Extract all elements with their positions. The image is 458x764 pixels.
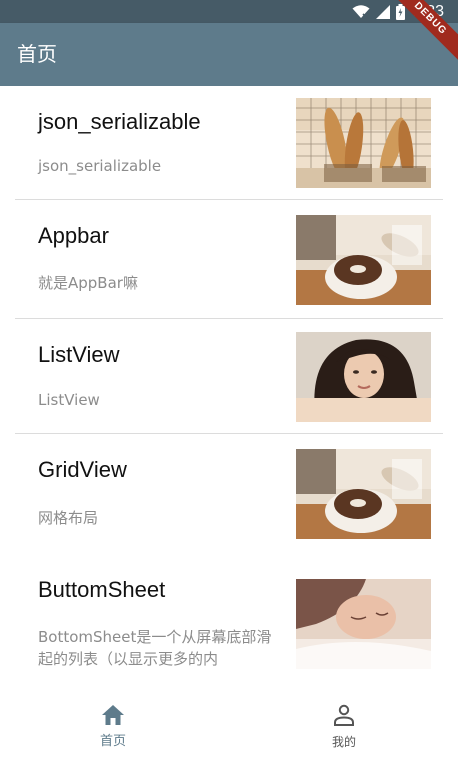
list-item-subtitle: ListView: [38, 391, 100, 409]
list-item-subtitle: 网格布局: [38, 509, 99, 527]
list-item-subtitle: json_serializable: [38, 157, 162, 175]
list-item[interactable]: Appbar 就是AppBar嘛: [15, 200, 443, 319]
person-icon: [332, 704, 356, 730]
donut-photo: [296, 215, 431, 305]
girl-portrait-photo: [296, 332, 431, 422]
list-item-subtitle: 就是AppBar嘛: [38, 274, 138, 292]
list-item[interactable]: GridView 网格布局: [15, 434, 443, 551]
list-item-title: GridView: [38, 457, 127, 482]
bread-baskets-photo: [296, 98, 431, 188]
page-title: 首页: [17, 42, 57, 66]
home-icon: [101, 704, 125, 730]
list-item-title: ButtomSheet: [38, 577, 166, 602]
status-bar: 1:33: [0, 0, 458, 23]
list-item-title: ListView: [38, 342, 120, 367]
nav-label: 我的: [331, 735, 356, 749]
donut-photo: [296, 449, 431, 539]
list-item-title: Appbar: [38, 223, 109, 248]
list-item[interactable]: ListView ListView: [15, 319, 443, 434]
list-item[interactable]: ButtomSheet BottomSheet是一个从屏幕底部滑起的列表（以显示…: [15, 551, 443, 690]
signal-icon: [375, 4, 390, 19]
bottom-navigation: 首页 我的: [0, 690, 458, 764]
girl-sleeping-photo: [296, 579, 431, 669]
nav-item-home[interactable]: 首页: [53, 704, 173, 752]
nav-item-mine[interactable]: 我的: [284, 704, 404, 752]
app-bar: 首页: [0, 23, 458, 86]
wifi-icon: [352, 4, 370, 19]
home-list[interactable]: json_serializable json_serializable Appb…: [0, 86, 458, 690]
list-item[interactable]: json_serializable json_serializable: [15, 86, 443, 200]
list-item-title: json_serializable: [38, 109, 201, 134]
nav-label: 首页: [99, 734, 126, 749]
list-item-subtitle: BottomSheet是一个从屏幕底部滑起的列表（以显示更多的内: [38, 628, 272, 668]
